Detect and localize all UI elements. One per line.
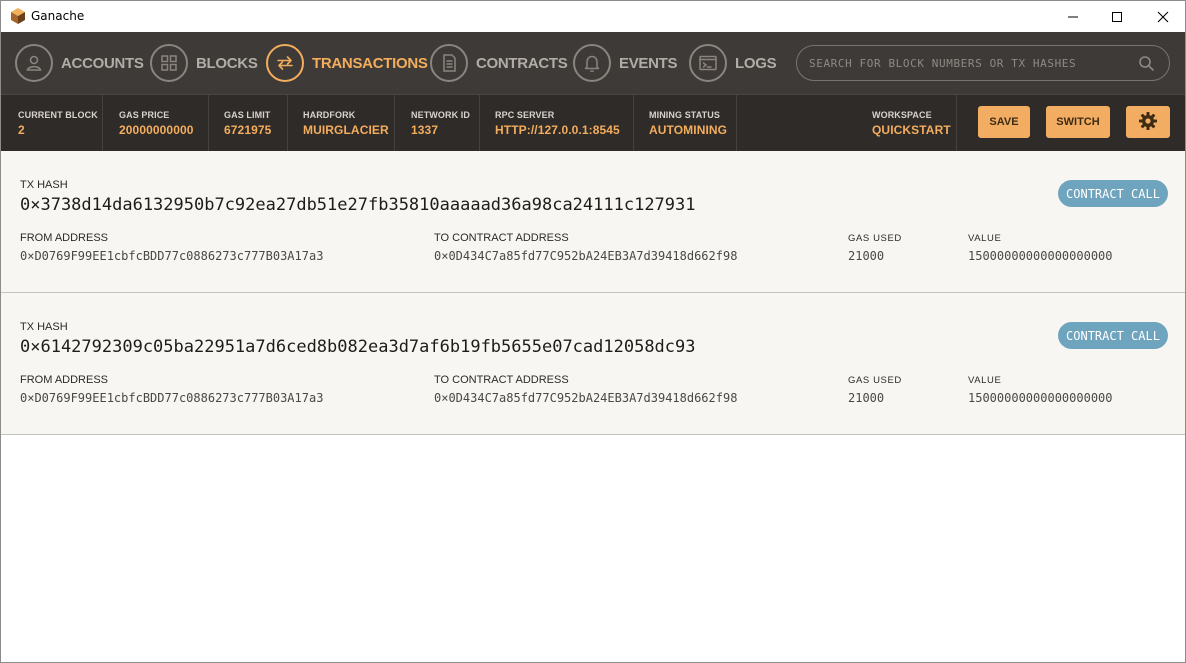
- stat-value: 20000000000: [119, 123, 194, 137]
- value: 15000000000000000000: [968, 391, 1113, 405]
- to-contract-address: 0×0D434C7a85fd77C952bA24EB3A7d39418d662f…: [434, 391, 738, 405]
- stat-value: 1337: [411, 123, 439, 137]
- search-input[interactable]: [809, 56, 1129, 70]
- stat-network-id: NETWORK ID 1337: [395, 95, 480, 152]
- nav-contracts-label: CONTRACTS: [476, 54, 568, 72]
- stat-label: CURRENT BLOCK: [18, 110, 98, 120]
- tx-hash: 0×3738d14da6132950b7c92ea27db51e27fb3581…: [20, 195, 696, 215]
- nav-accounts[interactable]: ACCOUNTS: [15, 44, 144, 82]
- minimize-button[interactable]: [1050, 1, 1096, 32]
- workspace-name: QUICKSTART: [872, 123, 951, 137]
- stat-gas-price: GAS PRICE 20000000000: [103, 95, 209, 152]
- stat-rpc-server: RPC SERVER HTTP://127.0.0.1:8545: [480, 95, 634, 152]
- contract-call-badge: CONTRACT CALL: [1058, 322, 1168, 349]
- nav-transactions-label: TRANSACTIONS: [312, 54, 428, 72]
- value: 15000000000000000000: [968, 249, 1113, 263]
- tx-hash: 0×6142792309c05ba22951a7d6ced8b082ea3d7a…: [20, 337, 696, 357]
- stat-label: GAS PRICE: [119, 110, 170, 120]
- to-contract-address-label: TO CONTRACT ADDRESS: [434, 232, 569, 244]
- stat-current-block: CURRENT BLOCK 2: [1, 95, 103, 152]
- to-contract-address-label: TO CONTRACT ADDRESS: [434, 374, 569, 386]
- gas-used: 21000: [848, 391, 885, 405]
- stat-label: GAS LIMIT: [224, 110, 271, 120]
- workspace-info: WORKSPACE QUICKSTART: [872, 110, 951, 137]
- from-address-label: FROM ADDRESS: [20, 374, 109, 386]
- from-address: 0×D0769F99EE1cbfcBDD77c0886273c777B03A17…: [20, 391, 324, 405]
- nav-blocks[interactable]: BLOCKS: [150, 44, 258, 82]
- title-bar: Ganache: [1, 1, 1185, 32]
- stat-hardfork: HARDFORK MUIRGLACIER: [288, 95, 395, 152]
- gas-used: 21000: [848, 249, 885, 263]
- status-bar: CURRENT BLOCK 2 GAS PRICE 20000000000 GA…: [1, 94, 1185, 152]
- contracts-icon: [430, 44, 468, 82]
- nav-accounts-label: ACCOUNTS: [61, 54, 144, 72]
- bell-icon: [573, 44, 611, 82]
- tx-hash-label: TX HASH: [20, 321, 68, 333]
- from-address-label: FROM ADDRESS: [20, 232, 109, 244]
- terminal-icon: [689, 44, 727, 82]
- close-button[interactable]: [1140, 1, 1186, 32]
- switch-button[interactable]: SWITCH: [1046, 106, 1110, 138]
- gas-used-label: GAS USED: [848, 233, 902, 244]
- search-box: [796, 45, 1170, 81]
- workspace-label: WORKSPACE: [872, 110, 932, 120]
- nav-logs[interactable]: LOGS: [689, 44, 777, 82]
- gear-icon: [1138, 111, 1158, 134]
- value-label: VALUE: [968, 375, 1002, 386]
- app-window: Ganache ACCOUNTS BLOCKS TRANSACTIONS CON…: [0, 0, 1186, 663]
- value-label: VALUE: [968, 233, 1002, 244]
- from-address: 0×D0769F99EE1cbfcBDD77c0886273c777B03A17…: [20, 249, 324, 263]
- stat-mining-status: MINING STATUS AUTOMINING: [634, 95, 737, 152]
- stat-label: NETWORK ID: [411, 110, 470, 120]
- transactions-icon: [266, 44, 304, 82]
- ganache-logo-icon: [10, 8, 26, 24]
- save-button[interactable]: SAVE: [978, 106, 1030, 138]
- settings-button[interactable]: [1126, 106, 1170, 138]
- stat-value: HTTP://127.0.0.1:8545: [495, 123, 620, 137]
- transaction-row[interactable]: TX HASH 0×6142792309c05ba22951a7d6ced8b0…: [1, 293, 1185, 435]
- nav-transactions[interactable]: TRANSACTIONS: [266, 44, 428, 82]
- status-divider: [956, 95, 957, 152]
- nav-contracts[interactable]: CONTRACTS: [430, 44, 568, 82]
- stat-value: AUTOMINING: [649, 123, 728, 137]
- account-icon: [15, 44, 53, 82]
- stat-label: RPC SERVER: [495, 110, 555, 120]
- to-contract-address: 0×0D434C7a85fd77C952bA24EB3A7d39418d662f…: [434, 249, 738, 263]
- stat-value: 6721975: [224, 123, 272, 137]
- nav-blocks-label: BLOCKS: [196, 54, 258, 72]
- nav-events-label: EVENTS: [619, 54, 678, 72]
- search-icon[interactable]: [1138, 55, 1155, 77]
- top-navigation: ACCOUNTS BLOCKS TRANSACTIONS CONTRACTS E…: [1, 32, 1185, 94]
- gas-used-label: GAS USED: [848, 375, 902, 386]
- nav-logs-label: LOGS: [735, 54, 777, 72]
- maximize-button[interactable]: [1094, 1, 1140, 32]
- blocks-icon: [150, 44, 188, 82]
- transactions-list: TX HASH 0×3738d14da6132950b7c92ea27db51e…: [1, 151, 1185, 662]
- stat-gas-limit: GAS LIMIT 6721975: [209, 95, 288, 152]
- nav-events[interactable]: EVENTS: [573, 44, 678, 82]
- contract-call-badge: CONTRACT CALL: [1058, 180, 1168, 207]
- stat-value: MUIRGLACIER: [303, 123, 389, 137]
- transaction-row[interactable]: TX HASH 0×3738d14da6132950b7c92ea27db51e…: [1, 151, 1185, 293]
- tx-hash-label: TX HASH: [20, 179, 68, 191]
- window-title: Ganache: [31, 9, 85, 23]
- stat-label: HARDFORK: [303, 110, 356, 120]
- stat-label: MINING STATUS: [649, 110, 720, 120]
- stat-value: 2: [18, 123, 25, 137]
